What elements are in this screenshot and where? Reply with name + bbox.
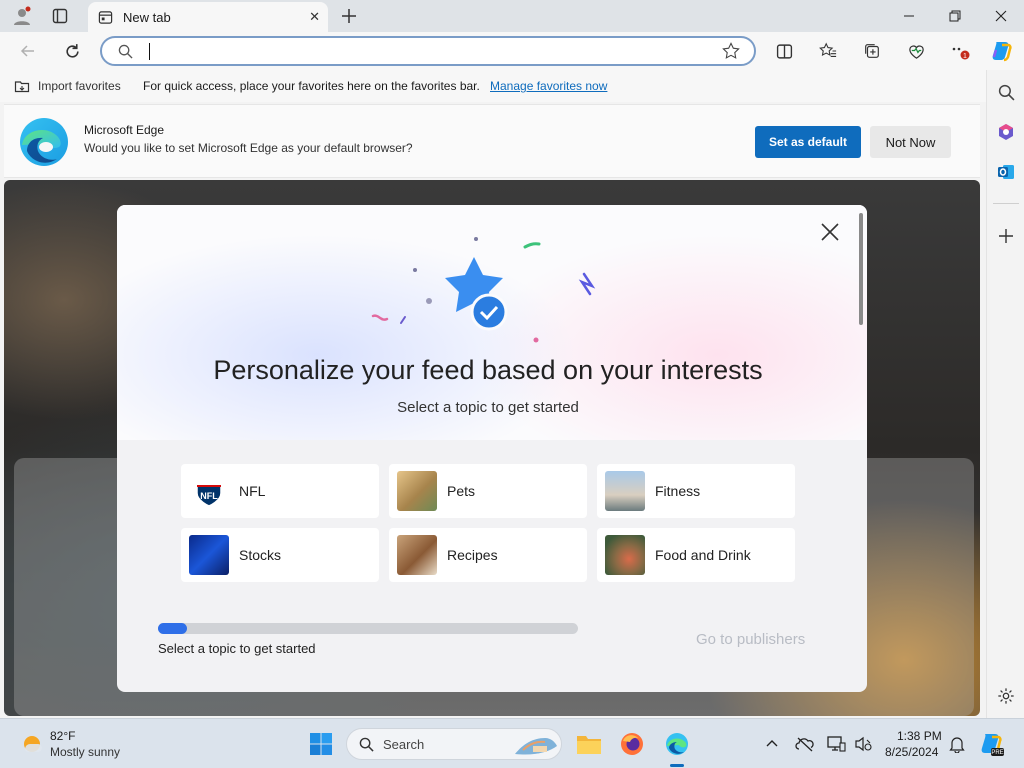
topic-label: Fitness: [655, 483, 701, 499]
windows-taskbar: 82°F Mostly sunny Search 1:38 PM 8/25/20…: [0, 718, 1024, 768]
sidebar-m365-icon[interactable]: [992, 118, 1020, 146]
fitness-thumbnail: [605, 471, 645, 511]
sidebar-search-icon[interactable]: [992, 78, 1020, 106]
search-icon: [118, 44, 133, 64]
edge-active-indicator: [670, 764, 684, 767]
pets-thumbnail: [397, 471, 437, 511]
start-windows-icon[interactable]: [307, 730, 335, 758]
restore-button[interactable]: [932, 0, 978, 32]
copilot-preview-icon[interactable]: PRE: [978, 730, 1006, 758]
back-button[interactable]: [14, 38, 42, 64]
topic-progress-fill: [158, 623, 188, 634]
stocks-thumbnail: [189, 535, 229, 575]
collections-icon[interactable]: [858, 38, 886, 64]
taskbar-search-box[interactable]: Search: [346, 728, 562, 760]
topic-stocks[interactable]: Stocks: [181, 528, 379, 582]
manage-favorites-link[interactable]: Manage favorites now: [490, 79, 607, 93]
sidebar-settings-icon[interactable]: [992, 682, 1020, 710]
weather-sun-icon[interactable]: [18, 730, 46, 758]
topic-recipes[interactable]: Recipes: [389, 528, 587, 582]
close-dialog-icon[interactable]: [817, 219, 843, 245]
svg-text:1: 1: [963, 53, 967, 60]
sidebar-add-icon[interactable]: [992, 222, 1020, 250]
recipes-thumbnail: [397, 535, 437, 575]
topic-food-and-drink[interactable]: Food and Drink: [597, 528, 795, 582]
taskbar-search-label: Search: [383, 737, 425, 752]
browser-toolbar: 1: [0, 32, 1024, 70]
favorite-star-icon[interactable]: [722, 42, 740, 65]
topic-label: Pets: [447, 483, 476, 499]
refresh-button[interactable]: [58, 38, 86, 64]
new-tab-button[interactable]: [336, 4, 362, 28]
volume-settings-icon[interactable]: [850, 730, 878, 758]
topic-label: NFL: [239, 483, 266, 499]
banner-title: Microsoft Edge: [84, 123, 165, 137]
close-window-button[interactable]: [978, 0, 1024, 32]
address-bar[interactable]: [100, 36, 756, 66]
topic-nfl[interactable]: NFL NFL: [181, 464, 379, 518]
tab-bar: New tab ✕: [0, 0, 1024, 32]
weather-temperature[interactable]: 82°F: [50, 729, 75, 743]
favorites-icon[interactable]: [814, 38, 842, 64]
split-screen-icon[interactable]: [770, 38, 798, 64]
topic-label: Recipes: [447, 547, 498, 563]
tab-new-tab[interactable]: New tab ✕: [88, 2, 328, 32]
banner-message: Would you like to set Microsoft Edge as …: [84, 141, 413, 155]
default-browser-banner: Microsoft Edge Would you like to set Mic…: [4, 104, 980, 178]
topic-pets[interactable]: Pets: [389, 464, 587, 518]
import-favorites-link[interactable]: Import favorites: [38, 79, 121, 93]
svg-text:NFL: NFL: [200, 491, 218, 501]
tab-title: New tab: [123, 9, 171, 25]
search-highlight-illustration: [513, 732, 559, 763]
topic-label: Stocks: [239, 547, 282, 563]
browser-essentials-icon[interactable]: [902, 38, 930, 64]
nfl-logo-icon: NFL: [189, 471, 229, 511]
firefox-icon[interactable]: [618, 730, 646, 758]
weather-condition[interactable]: Mostly sunny: [50, 745, 120, 759]
food-drink-thumbnail: [605, 535, 645, 575]
copilot-icon[interactable]: [988, 38, 1016, 64]
display-network-icon[interactable]: [822, 730, 850, 758]
taskbar-search-icon: [359, 737, 374, 757]
sidebar-divider: [993, 203, 1019, 204]
dialog-subtitle: Select a topic to get started: [397, 399, 579, 416]
edge-sidebar: [986, 70, 1024, 718]
go-to-publishers-button[interactable]: Go to publishers: [696, 631, 805, 648]
minimize-button[interactable]: [886, 0, 932, 32]
more-options-icon[interactable]: 1: [946, 38, 974, 64]
profile-icon[interactable]: [8, 4, 36, 28]
edge-taskbar-icon[interactable]: [663, 730, 691, 758]
set-as-default-button[interactable]: Set as default: [755, 126, 861, 158]
edge-logo-icon: [19, 117, 69, 172]
text-caret: [149, 43, 150, 60]
tab-actions-icon[interactable]: [46, 4, 74, 28]
svg-text:PRE: PRE: [991, 750, 1003, 756]
new-tab-page-icon: [98, 10, 113, 25]
sidebar-outlook-icon[interactable]: [992, 158, 1020, 186]
topic-label: Food and Drink: [655, 547, 751, 563]
file-explorer-icon[interactable]: [575, 730, 603, 758]
not-now-button[interactable]: Not Now: [870, 126, 951, 158]
topic-progress-bar: [158, 623, 578, 634]
dialog-scrollbar[interactable]: [859, 213, 863, 325]
favorites-bar: Import favorites For quick access, place…: [0, 70, 986, 102]
progress-label: Select a topic to get started: [158, 641, 316, 656]
star-check-illustration: [353, 233, 603, 358]
dialog-title: Personalize your feed based on your inte…: [213, 355, 763, 385]
topic-fitness[interactable]: Fitness: [597, 464, 795, 518]
import-favorites-icon[interactable]: [14, 78, 30, 97]
personalize-feed-dialog: Personalize your feed based on your inte…: [117, 205, 867, 692]
favorites-bar-message: For quick access, place your favorites h…: [143, 79, 480, 93]
notification-bell-icon[interactable]: [943, 730, 971, 758]
show-hidden-icons-chevron-up-icon[interactable]: [758, 730, 786, 758]
clock-date[interactable]: 8/25/2024: [885, 745, 938, 759]
close-tab-icon[interactable]: ✕: [309, 9, 320, 25]
onedrive-offline-icon[interactable]: [791, 730, 819, 758]
clock-time[interactable]: 1:38 PM: [897, 729, 942, 743]
